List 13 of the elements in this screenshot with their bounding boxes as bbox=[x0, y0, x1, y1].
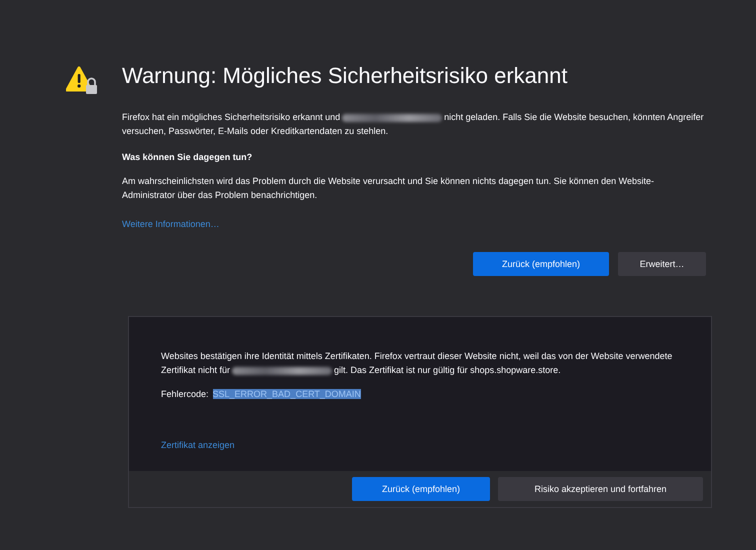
warning-paragraph: Firefox hat ein mögliches Sicherheitsrisiko erkannt und nicht geladen. Falls Sie die Website besuchen, könnten Angreifer versuchen, Passwörter, E-Mails oder Kreditkartendaten zu stehlen. bbox=[122, 111, 705, 138]
view-certificate-link[interactable]: Zertifikat anzeigen bbox=[161, 440, 235, 450]
warning-lock-icon bbox=[66, 66, 100, 96]
error-code-label: Fehlercode: bbox=[161, 389, 209, 399]
action-button[interactable]: Risiko akzeptieren und fortfahren bbox=[498, 477, 703, 501]
question-heading: Was können Sie dagegen tun? bbox=[122, 151, 254, 164]
action-button[interactable]: Erweitert… bbox=[618, 252, 706, 276]
answer-paragraph: Am wahrscheinlichsten wird das Problem durch die Website verursacht und Sie können nichts dagegen tun. Sie können den Website-Administrator über das Problem benachrichtigen. bbox=[122, 175, 655, 202]
action-button[interactable]: Zurück (empfohlen) bbox=[352, 477, 490, 501]
page-title: Warnung: Mögliches Sicherheitsrisiko erkannt bbox=[122, 62, 568, 90]
action-button[interactable]: Zurück (empfohlen) bbox=[473, 252, 609, 276]
more-info-link[interactable]: Weitere Informationen… bbox=[122, 219, 220, 229]
certificate-paragraph: Websites bestätigen ihre Identität mittels Zertifikaten. Firefox vertraut dieser Website nicht, weil das von der Website verwendete Zertifikat nicht für gilt. Das Zertifikat ist nur gültig für shops.shopware.store. bbox=[161, 350, 674, 377]
